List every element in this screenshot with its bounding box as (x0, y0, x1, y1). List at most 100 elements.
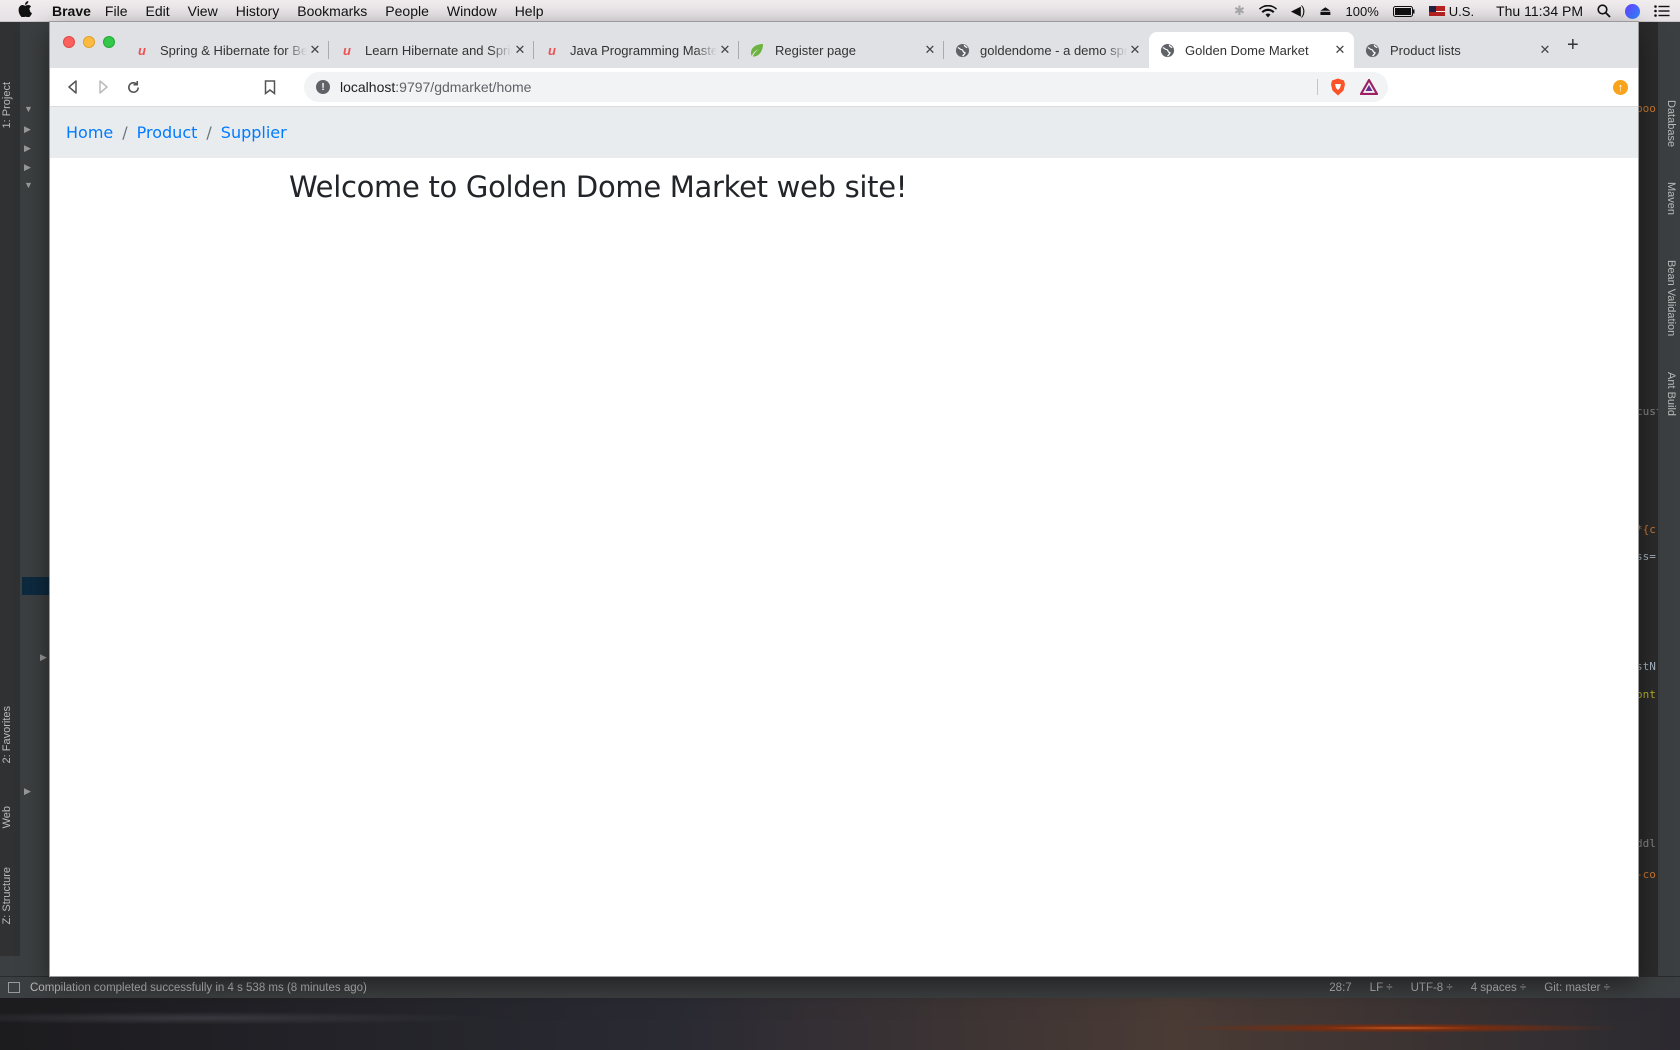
battery-percent[interactable]: 100% (1346, 4, 1379, 19)
tree-collapse-icon[interactable]: ▶ (24, 162, 31, 173)
breadcrumb-product-link[interactable]: Product (137, 123, 198, 142)
menu-edit[interactable]: Edit (145, 3, 169, 19)
tab-close-icon[interactable]: ✕ (512, 42, 528, 58)
tree-expand-icon[interactable]: ▼ (24, 180, 33, 190)
menu-bookmarks[interactable]: Bookmarks (297, 3, 367, 19)
tab-register-page[interactable]: Register page ✕ (739, 32, 944, 68)
tab-goldendome-demo[interactable]: goldendome - a demo spring ✕ (944, 32, 1149, 68)
tree-collapse-icon[interactable]: ▶ (24, 143, 31, 154)
forward-button[interactable] (92, 76, 114, 98)
spotlight-search-icon[interactable] (1597, 4, 1611, 18)
tab-title: Java Programming Masterclass (570, 42, 717, 58)
ide-right-panel: boo cust *{c ss= stN ont ddl -co Databas… (1636, 22, 1680, 996)
menu-help[interactable]: Help (515, 3, 544, 19)
code-fragment: -co (1636, 868, 1656, 881)
indent-setting[interactable]: 4 spaces ÷ (1471, 982, 1527, 994)
tab-spring-hibernate[interactable]: u Spring & Hibernate for Beginners ✕ (124, 32, 329, 68)
globe-icon (1364, 42, 1380, 58)
tree-expand-icon[interactable]: ▼ (24, 104, 33, 114)
url-path: :9797/gdmarket/home (395, 79, 532, 95)
ide-tab-bean-validation[interactable]: Bean Validation (1661, 260, 1677, 336)
tab-title: Learn Hibernate and Spring (365, 42, 512, 58)
tree-selected-row[interactable] (22, 577, 50, 595)
brave-rewards-icon[interactable] (1359, 78, 1379, 96)
wifi-icon[interactable] (1258, 4, 1277, 18)
eject-icon[interactable]: ⏏ (1319, 3, 1331, 19)
file-encoding[interactable]: UTF-8 ÷ (1411, 982, 1453, 994)
code-fragment: boo (1636, 102, 1656, 115)
menu-history[interactable]: History (236, 3, 280, 19)
globe-icon (1159, 42, 1175, 58)
volume-icon[interactable]: ◀) (1291, 3, 1305, 19)
tab-product-lists[interactable]: Product lists ✕ (1354, 32, 1559, 68)
input-source[interactable]: U.S. (1428, 3, 1475, 19)
tab-close-icon[interactable]: ✕ (1537, 42, 1553, 58)
back-button[interactable] (62, 76, 84, 98)
tab-learn-hibernate[interactable]: u Learn Hibernate and Spring ✕ (329, 32, 534, 68)
tab-close-icon[interactable]: ✕ (307, 42, 323, 58)
tab-close-icon[interactable]: ✕ (1127, 42, 1143, 58)
browser-window: u Spring & Hibernate for Beginners ✕ u L… (50, 22, 1638, 976)
breadcrumb-separator: / (122, 123, 128, 142)
cursor-position[interactable]: 28:7 (1329, 982, 1351, 994)
ide-tab-project[interactable]: 1: Project (1, 82, 19, 128)
page-title: Welcome to Golden Dome Market web site! (289, 170, 908, 204)
ide-left-tool-stripe: 1: Project 2: Favorites Web Z: Structure (0, 22, 20, 996)
tab-title: Register page (775, 42, 856, 58)
tree-collapse-icon[interactable]: ▶ (24, 124, 31, 135)
menu-window[interactable]: Window (447, 3, 497, 19)
breadcrumb-home-link[interactable]: Home (66, 123, 113, 142)
code-fragment: *{c (1636, 523, 1656, 536)
ide-tab-structure[interactable]: Z: Structure (1, 867, 19, 924)
site-info-icon[interactable]: ! (316, 80, 330, 94)
address-bar[interactable]: ! localhost:9797/gdmarket/home (304, 72, 1388, 102)
ide-tab-database[interactable]: Database (1661, 100, 1677, 147)
breadcrumb: Home / Product / Supplier (50, 107, 1638, 158)
code-fragment: ont (1636, 688, 1656, 701)
ide-tab-web[interactable]: Web (1, 806, 19, 828)
update-available-icon[interactable]: ↑ (1613, 80, 1628, 95)
tab-title: goldendome - a demo spring (980, 42, 1127, 58)
desktop-wallpaper (0, 998, 1680, 1050)
tab-close-icon[interactable]: ✕ (1332, 42, 1348, 58)
window-minimize-button[interactable] (83, 36, 95, 48)
window-close-button[interactable] (63, 36, 75, 48)
menu-view[interactable]: View (188, 3, 218, 19)
window-zoom-button[interactable] (103, 36, 115, 48)
bookmark-icon[interactable] (259, 76, 281, 98)
ide-left-panel: 1: Project 2: Favorites Web Z: Structure… (0, 22, 50, 996)
tree-collapse-icon[interactable]: ▶ (24, 786, 31, 797)
udemy-icon: u (138, 42, 146, 58)
git-branch[interactable]: Git: master ÷ (1544, 982, 1610, 994)
tab-java-masterclass[interactable]: u Java Programming Masterclass ✕ (534, 32, 739, 68)
siri-icon[interactable] (1625, 3, 1640, 19)
tab-close-icon[interactable]: ✕ (717, 42, 733, 58)
tab-strip: u Spring & Hibernate for Beginners ✕ u L… (50, 22, 1638, 68)
page-viewport: Home / Product / Supplier Welcome to Gol… (50, 107, 1638, 976)
tab-close-icon[interactable]: ✕ (922, 42, 938, 58)
menu-file[interactable]: File (105, 3, 128, 19)
clock[interactable]: Thu 11:34 PM (1496, 3, 1583, 19)
ide-tab-maven[interactable]: Maven (1661, 182, 1677, 215)
status-toggle-icon[interactable] (8, 982, 20, 993)
bluetooth-icon[interactable]: ✱ (1234, 3, 1245, 19)
udemy-icon: u (343, 42, 351, 58)
tree-collapse-icon[interactable]: ▶ (40, 652, 47, 663)
tab-golden-dome-market[interactable]: Golden Dome Market ✕ (1149, 32, 1354, 68)
input-source-label: U.S. (1448, 3, 1475, 19)
reload-button[interactable] (122, 76, 144, 98)
apple-menu-icon[interactable] (18, 0, 40, 21)
ide-tab-favorites[interactable]: 2: Favorites (1, 706, 19, 763)
ide-tab-ant-build[interactable]: Ant Build (1661, 372, 1677, 416)
app-menu-brave[interactable]: Brave (52, 3, 91, 19)
browser-toolbar: ! localhost:9797/gdmarket/home ↑ (50, 68, 1638, 107)
notification-center-icon[interactable] (1654, 5, 1670, 17)
udemy-icon: u (548, 42, 556, 58)
status-message[interactable]: Compilation completed successfully in 4 … (30, 982, 367, 994)
ide-status-bar: Compilation completed successfully in 4 … (0, 976, 1680, 998)
line-separator[interactable]: LF ÷ (1370, 982, 1393, 994)
menu-people[interactable]: People (385, 3, 429, 19)
brave-shields-icon[interactable] (1330, 78, 1346, 96)
new-tab-button[interactable]: + (1567, 35, 1579, 55)
breadcrumb-supplier-link[interactable]: Supplier (221, 123, 287, 142)
